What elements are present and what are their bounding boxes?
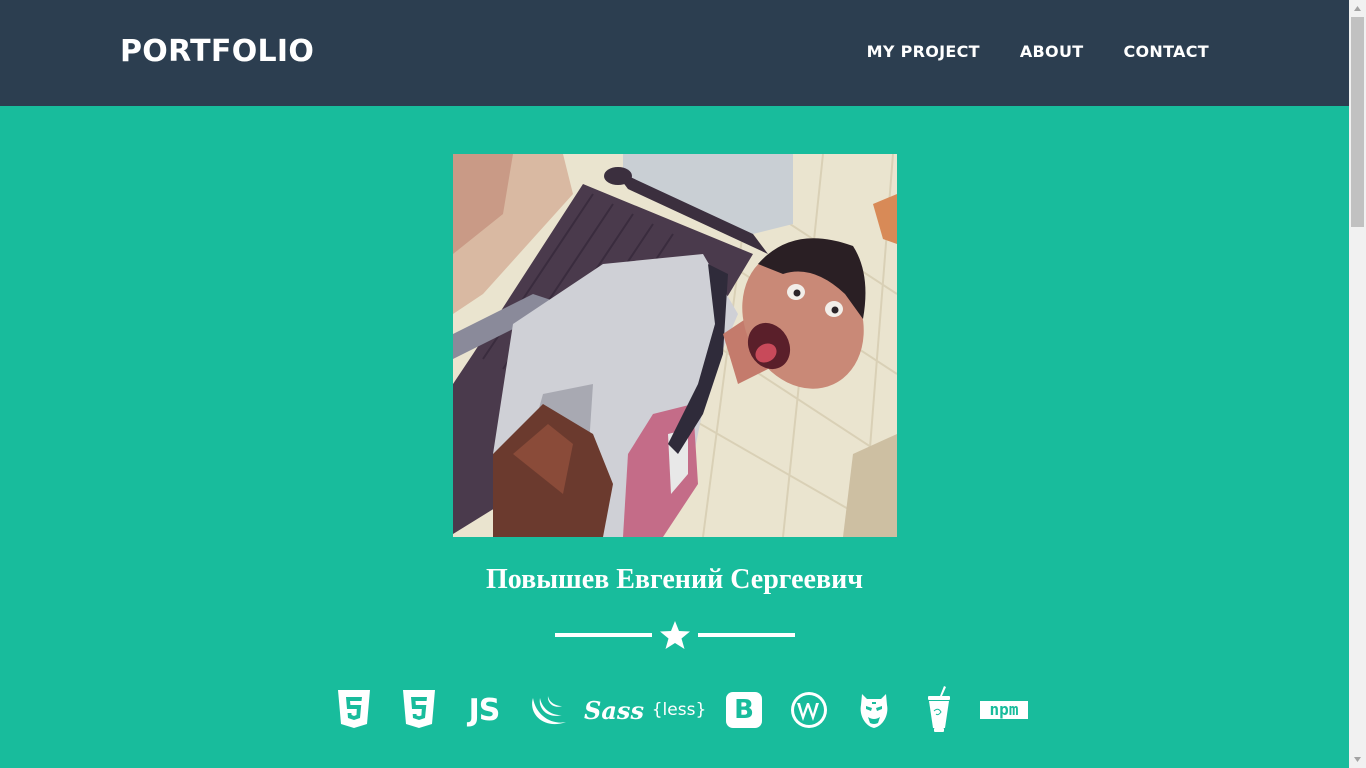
nav-link-about[interactable]: ABOUT	[1020, 41, 1084, 63]
hero-section: Повышев Евгений Сергеевич JS Sass {less}…	[0, 106, 1349, 768]
star-divider	[555, 618, 795, 652]
profile-name: Повышев Евгений Сергеевич	[485, 564, 864, 595]
css3-icon	[395, 686, 443, 734]
scroll-thumb[interactable]	[1351, 17, 1364, 227]
npm-icon: npm	[980, 686, 1028, 734]
jquery-icon	[525, 686, 573, 734]
divider-line-left	[555, 633, 652, 637]
wordpress-icon	[785, 686, 833, 734]
divider-line-right	[698, 633, 795, 637]
nav-link-contact[interactable]: CONTACT	[1123, 41, 1209, 63]
scroll-up-arrow[interactable]	[1349, 0, 1366, 17]
profile-photo	[453, 154, 897, 537]
skills-icons: JS Sass {less} B npm	[330, 686, 1028, 734]
gulp-icon	[915, 686, 963, 734]
less-icon: {less}	[651, 700, 707, 720]
star-icon	[660, 621, 690, 649]
html5-icon	[330, 686, 378, 734]
javascript-icon: JS	[468, 692, 501, 728]
brand-logo[interactable]: PORTFOLIO	[120, 33, 314, 71]
bootstrap-icon: B	[720, 686, 768, 734]
scroll-down-arrow[interactable]	[1349, 751, 1366, 768]
grunt-icon	[850, 686, 898, 734]
scrollbar[interactable]	[1349, 0, 1366, 768]
nav-link-my-project[interactable]: MY PROJECT	[867, 41, 980, 63]
nav-links: MY PROJECT ABOUT CONTACT	[827, 41, 1209, 63]
navbar: PORTFOLIO MY PROJECT ABOUT CONTACT	[0, 0, 1349, 106]
sass-icon: Sass	[584, 695, 644, 725]
